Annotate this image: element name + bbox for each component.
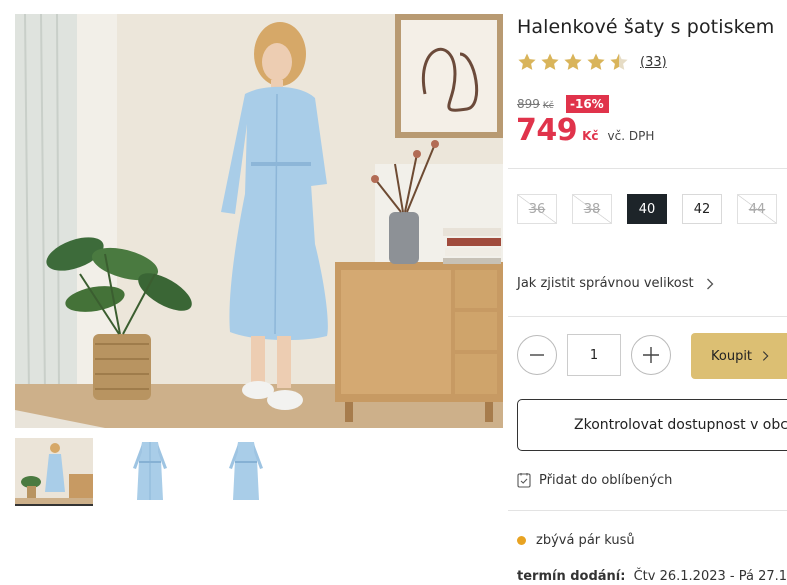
chevron-right-icon	[762, 351, 769, 361]
delivery-date: Čtv 26.1.2023 - Pá 27.1.2023	[633, 569, 787, 584]
thumbnail-1[interactable]	[15, 438, 93, 506]
wishlist-label: Přidat do oblíbených	[539, 472, 673, 488]
old-price: 899 Kč	[517, 97, 554, 111]
product-title: Halenkové šaty s potiskem	[517, 16, 775, 38]
size-option-38[interactable]: 38	[572, 194, 612, 224]
star-half-icon	[610, 53, 628, 70]
star-icon	[564, 53, 582, 70]
plus-icon	[643, 347, 659, 363]
check-availability-label: Zkontrolovat dostupnost v obchodě	[574, 417, 787, 433]
star-icon	[518, 53, 536, 70]
size-option-36[interactable]: 36	[517, 194, 557, 224]
stock-status: zbývá pár kusů	[517, 533, 635, 548]
current-price: 749 Kč vč. DPH	[516, 113, 654, 148]
chevron-right-icon	[706, 278, 714, 289]
star-icon	[541, 53, 559, 70]
delivery-label: termín dodání:	[517, 569, 626, 584]
delivery-info: termín dodání: Čtv 26.1.2023 - Pá 27.1.2…	[517, 569, 787, 584]
size-label: 38	[583, 201, 601, 217]
check-availability-button[interactable]: Zkontrolovat dostupnost v obchodě	[517, 399, 787, 451]
quantity-increase-button[interactable]	[631, 335, 671, 375]
size-selector: 36 38 40 42 44	[517, 194, 777, 224]
old-price-currency: Kč	[542, 101, 554, 111]
wishlist-icon	[517, 473, 531, 488]
divider	[508, 510, 787, 511]
old-price-value: 899	[517, 97, 540, 111]
size-guide-label: Jak zjistit správnou velikost	[517, 276, 694, 291]
rating-count[interactable]: (33)	[640, 55, 667, 70]
thumbnail-strip	[15, 438, 285, 506]
minus-icon	[530, 354, 544, 356]
divider	[508, 316, 787, 317]
size-label: 42	[693, 201, 711, 217]
product-main-image[interactable]	[15, 14, 503, 428]
price-currency: Kč	[582, 129, 599, 143]
discount-badge: -16%	[566, 95, 609, 113]
price-amount: 749	[516, 113, 578, 148]
size-label: 40	[638, 201, 656, 217]
vat-label: vč. DPH	[607, 129, 655, 143]
size-option-40[interactable]: 40	[627, 194, 667, 224]
buy-button-label: Koupit	[711, 348, 753, 364]
stock-indicator-dot	[517, 536, 526, 545]
thumbnail-2[interactable]	[111, 438, 189, 506]
divider	[508, 168, 787, 169]
buy-button[interactable]: Koupit	[691, 333, 787, 379]
stock-label: zbývá pár kusů	[536, 533, 635, 548]
size-option-44[interactable]: 44	[737, 194, 777, 224]
size-guide-link[interactable]: Jak zjistit správnou velikost	[517, 276, 714, 291]
quantity-decrease-button[interactable]	[517, 335, 557, 375]
product-rating[interactable]: (33)	[517, 52, 667, 72]
size-option-42[interactable]: 42	[682, 194, 722, 224]
add-to-wishlist-link[interactable]: Přidat do oblíbených	[517, 472, 672, 488]
size-label: 44	[748, 201, 766, 217]
star-icon	[587, 53, 605, 70]
size-label: 36	[528, 201, 546, 217]
quantity-input[interactable]	[567, 334, 621, 376]
thumbnail-3[interactable]	[207, 438, 285, 506]
